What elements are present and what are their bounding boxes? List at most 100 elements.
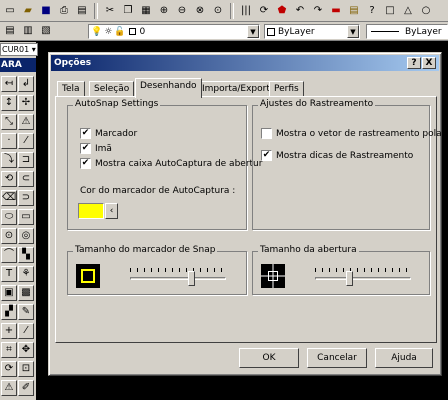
check-icon: ✔ (80, 143, 91, 154)
design-center-icon[interactable]: ▤ (346, 3, 362, 19)
slider-thumb[interactable] (188, 271, 195, 286)
hatch-icon[interactable]: ▩ (18, 285, 34, 301)
orbit-icon[interactable]: ⟳ (256, 3, 272, 19)
spline-icon[interactable]: ⌒ (1, 247, 17, 263)
tool-palette-icon[interactable]: ▬ (328, 3, 344, 19)
tab-tela[interactable]: Tela (57, 81, 85, 97)
table-icon[interactable]: ▣ (1, 285, 17, 301)
explode-icon[interactable]: ✐ (18, 380, 34, 396)
color-swatch (267, 27, 275, 36)
move-cross-icon[interactable]: ✥ (18, 342, 34, 358)
move-icon[interactable]: · (1, 133, 17, 149)
save-icon[interactable]: ■ (38, 3, 54, 19)
help-icon[interactable]: ? (364, 3, 380, 19)
properties-icon[interactable]: ⬟ (274, 3, 290, 19)
ucs-combo[interactable]: CUR01 ▾ (0, 43, 38, 56)
rectangle-icon[interactable]: □ (382, 3, 398, 19)
new-icon[interactable]: ▭ (2, 3, 18, 19)
stretch-icon[interactable]: ⊡ (18, 361, 34, 377)
zoom-previous-icon[interactable]: ⊗ (192, 3, 208, 19)
snap-size-legend: Tamanho do marcador de Snap (73, 245, 218, 255)
undo-icon[interactable]: ↶ (292, 3, 308, 19)
lightbulb-icon: 💡 (91, 26, 103, 37)
layer-combo[interactable]: 💡 ☼ 🔓 0 ▼ (88, 24, 260, 39)
make-current-icon[interactable]: ▧ (38, 23, 54, 39)
mirror-icon[interactable]: ⚠ (18, 114, 34, 130)
cancel-button[interactable]: Cancelar (307, 348, 367, 368)
slider-track (315, 277, 411, 280)
check-icon: ✔ (80, 128, 91, 139)
pencil-icon[interactable]: ✎ (18, 304, 34, 320)
scale-icon[interactable]: ⊃ (18, 190, 34, 206)
layer-color-swatch (128, 28, 136, 35)
gradient-icon[interactable]: ▞ (1, 304, 17, 320)
chevron-left-icon: ‹ (109, 206, 114, 216)
tooltip-checkbox[interactable]: ✔ Mostra caixa AutoCaptura de abertur (80, 158, 262, 169)
line-icon[interactable]: ↤ (1, 76, 17, 92)
trim-icon[interactable]: + (1, 323, 17, 339)
aperture-size-slider[interactable] (315, 268, 411, 288)
snap-size-slider[interactable] (130, 268, 226, 288)
extend-icon[interactable]: ⁄ (18, 323, 34, 339)
zoom-window-icon[interactable]: ⊖ (174, 3, 190, 19)
insert-icon[interactable]: ⚘ (18, 266, 34, 282)
color-combo[interactable]: ByLayer ▼ (264, 24, 360, 39)
rotate-icon[interactable]: ⟲ (1, 171, 17, 187)
chevron-down-icon[interactable]: ▼ (347, 25, 359, 38)
warning-icon[interactable]: ⚠ (1, 380, 17, 396)
panel-title: ARA (0, 58, 36, 72)
slider-thumb[interactable] (346, 271, 353, 286)
rectangle-tool-icon[interactable]: ⊐ (18, 152, 34, 168)
block-icon[interactable]: ▚ (18, 247, 34, 263)
help-button[interactable]: Ajuda (375, 348, 433, 368)
polar-vector-checkbox[interactable]: Mostra o vetor de rastreamento polar (261, 128, 445, 139)
layer-manager-icon[interactable]: ▤ (2, 23, 18, 39)
ok-button[interactable]: OK (239, 348, 299, 368)
tracking-tooltips-checkbox[interactable]: ✔ Mostra dicas de Rastreamento (261, 150, 413, 161)
pan-icon[interactable]: ||| (238, 3, 254, 19)
triangle-icon[interactable]: △ (400, 3, 416, 19)
donut-icon[interactable]: ◎ (18, 228, 34, 244)
chevron-down-icon[interactable]: ▼ (247, 25, 259, 38)
tab-perfis[interactable]: Perfis (269, 81, 304, 97)
text-icon[interactable]: T (1, 266, 17, 282)
zoom-extents-icon[interactable]: ⊙ (210, 3, 226, 19)
offset-icon[interactable]: ⊂ (18, 171, 34, 187)
circle-icon[interactable]: ○ (418, 3, 434, 19)
preview-icon[interactable]: ▤ (74, 3, 90, 19)
circle-tool-icon[interactable]: ⊙ (1, 228, 17, 244)
construction-line-icon[interactable]: ✢ (18, 95, 34, 111)
options-dialog: Opções ? X Tela Seleção Desenhando Impor… (48, 52, 445, 376)
polyline-icon[interactable]: ↕ (1, 95, 17, 111)
polygon-icon[interactable]: ⤡ (1, 114, 17, 130)
cut-icon[interactable]: ✂ (102, 3, 118, 19)
refresh-icon[interactable]: ⟳ (1, 361, 17, 377)
zoom-realtime-icon[interactable]: ⊕ (156, 3, 172, 19)
marker-color-swatch[interactable] (78, 203, 104, 219)
marker-checkbox[interactable]: ✔ Marcador (80, 128, 137, 139)
copy-icon[interactable]: ❐ (120, 3, 136, 19)
check-icon: ✔ (261, 150, 272, 161)
magnet-checkbox[interactable]: ✔ Imã (80, 143, 112, 154)
ellipse-icon[interactable]: ⬭ (1, 209, 17, 225)
arc-icon[interactable]: ⤵ (1, 152, 17, 168)
rect-icon[interactable]: ▭ (18, 209, 34, 225)
snap-marker-preview (76, 264, 100, 288)
tab-desenhando[interactable]: Desenhando (135, 78, 202, 98)
aperture-size-group: Tamanho da abertura (252, 245, 430, 295)
layer-previous-icon[interactable]: ▥ (20, 23, 36, 39)
redo-icon[interactable]: ↷ (310, 3, 326, 19)
color-picker-button[interactable]: ‹ (105, 203, 118, 219)
tab-importa-exporta[interactable]: Importa/Exporta (197, 81, 281, 97)
ray-icon[interactable]: ↲ (18, 76, 34, 92)
print-icon[interactable]: ⎙ (56, 3, 72, 19)
close-button[interactable]: X (422, 57, 436, 69)
fillet-icon[interactable]: ⌗ (1, 342, 17, 358)
tab-selecao[interactable]: Seleção (89, 81, 135, 97)
paste-icon[interactable]: ▦ (138, 3, 154, 19)
line-diag-icon[interactable]: ⁄ (18, 133, 34, 149)
linetype-combo[interactable]: ByLayer (366, 24, 448, 39)
open-icon[interactable]: ▰ (20, 3, 36, 19)
help-title-button[interactable]: ? (407, 57, 421, 69)
eraser-icon[interactable]: ⌫ (1, 190, 17, 206)
